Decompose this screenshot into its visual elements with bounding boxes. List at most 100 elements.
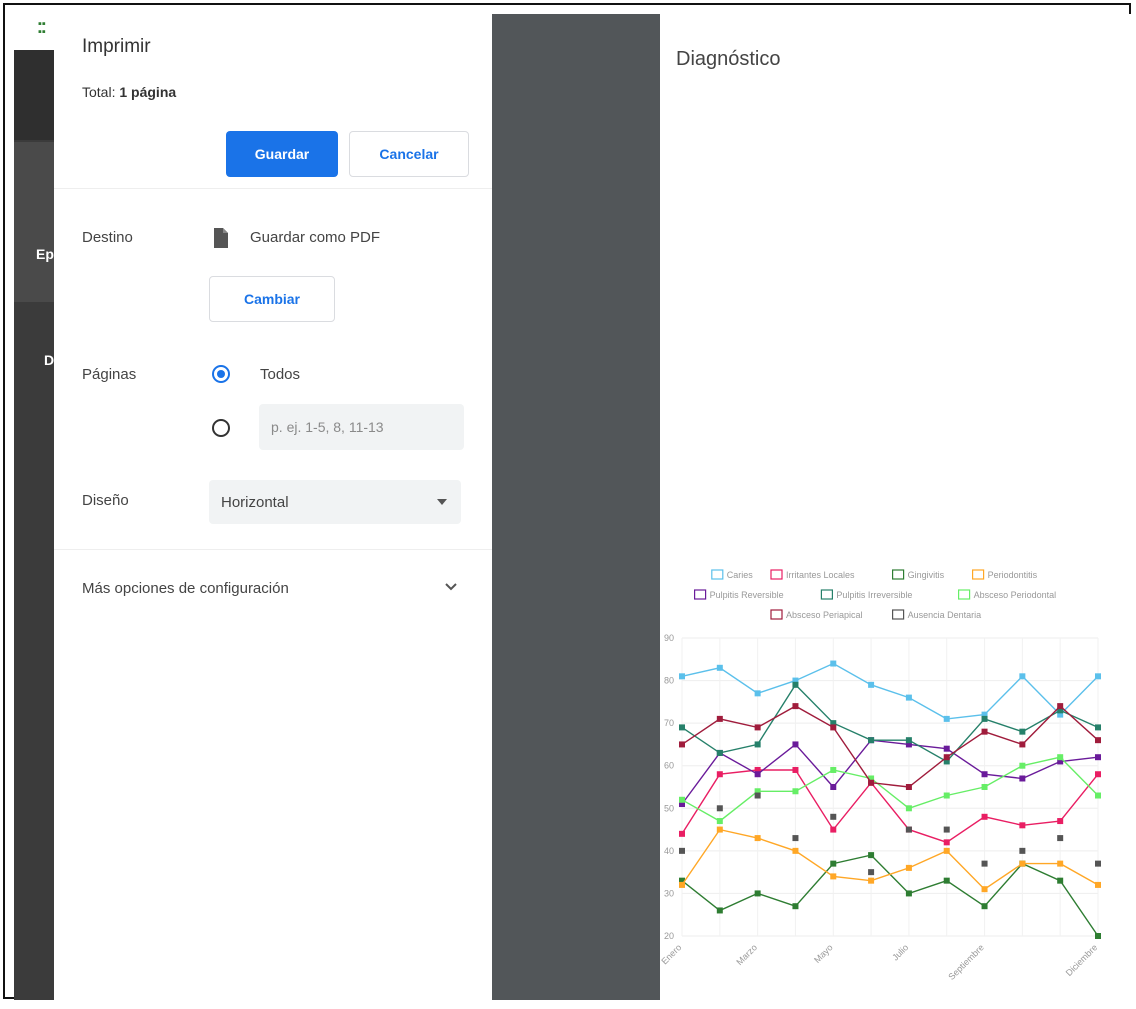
data-point bbox=[943, 839, 950, 846]
background-app-strip: ▪▪ ▪▪ Ep D bbox=[14, 14, 54, 1000]
layout-select-value: Horizontal bbox=[221, 493, 289, 511]
data-point bbox=[754, 724, 761, 731]
data-point bbox=[1095, 673, 1101, 680]
page-title: Diagnóstico bbox=[676, 48, 781, 70]
pages-range-input[interactable] bbox=[259, 404, 464, 450]
data-point bbox=[716, 664, 723, 671]
data-point bbox=[1057, 818, 1064, 825]
data-point bbox=[868, 681, 875, 688]
data-point bbox=[716, 749, 723, 756]
data-point bbox=[1019, 775, 1026, 782]
layout-select[interactable]: Horizontal bbox=[209, 480, 461, 524]
divider bbox=[54, 188, 492, 189]
data-point bbox=[754, 741, 761, 748]
data-point bbox=[792, 766, 799, 773]
x-tick-label: Septiembre bbox=[946, 942, 986, 982]
data-point bbox=[1019, 728, 1026, 735]
data-point bbox=[905, 805, 912, 812]
data-point bbox=[716, 907, 723, 914]
app-nav-label-2: D bbox=[44, 352, 55, 368]
legend-label: Pulpitis Reversible bbox=[710, 590, 784, 600]
series-line bbox=[681, 769, 1099, 844]
data-point bbox=[716, 715, 723, 722]
data-point bbox=[943, 715, 950, 722]
app-logo-area: ▪▪ ▪▪ bbox=[14, 14, 54, 50]
legend-swatch bbox=[693, 589, 707, 600]
data-point bbox=[830, 826, 837, 833]
data-point bbox=[716, 805, 723, 812]
y-tick-label: 80 bbox=[664, 676, 674, 686]
destination-value: Guardar como PDF bbox=[250, 229, 381, 246]
data-point bbox=[754, 890, 761, 897]
y-tick-label: 60 bbox=[664, 761, 674, 771]
series-line bbox=[681, 662, 1099, 720]
legend-swatch bbox=[958, 589, 971, 600]
data-point bbox=[792, 847, 799, 854]
data-point bbox=[1095, 881, 1101, 888]
change-destination-button[interactable]: Cambiar bbox=[209, 276, 335, 322]
data-point bbox=[981, 860, 988, 867]
dropdown-arrow-icon bbox=[437, 499, 447, 505]
data-point bbox=[943, 847, 950, 854]
data-point bbox=[943, 792, 950, 799]
legend-swatch bbox=[892, 609, 905, 620]
data-point bbox=[830, 766, 837, 773]
file-icon bbox=[214, 228, 228, 248]
more-settings-toggle[interactable]: Más opciones de configuración bbox=[82, 580, 289, 597]
data-point bbox=[679, 847, 685, 854]
data-point bbox=[830, 813, 837, 820]
dialog-title: Imprimir bbox=[82, 36, 151, 57]
data-point bbox=[1095, 737, 1101, 744]
destination-label: Destino bbox=[82, 229, 133, 246]
data-point bbox=[981, 903, 988, 910]
data-point bbox=[1095, 792, 1101, 799]
legend-swatch bbox=[972, 569, 985, 580]
app-nav-label-1: Ep bbox=[36, 246, 54, 262]
data-point bbox=[868, 877, 875, 884]
data-point bbox=[905, 890, 912, 897]
legend-label: Pulpitis Irreversible bbox=[836, 590, 912, 600]
legend-swatch bbox=[711, 569, 724, 580]
pages-label: Páginas bbox=[82, 366, 137, 383]
data-point bbox=[1057, 754, 1064, 761]
data-point bbox=[716, 771, 723, 778]
total-pages: Total: 1 página bbox=[82, 84, 176, 100]
data-point bbox=[792, 835, 799, 842]
legend-label: Absceso Periodontal bbox=[974, 590, 1057, 600]
total-label: Total: bbox=[82, 84, 116, 100]
data-point bbox=[1057, 860, 1064, 867]
y-tick-label: 40 bbox=[664, 846, 674, 856]
x-tick-label: Diciembre bbox=[1064, 942, 1100, 978]
data-point bbox=[754, 792, 761, 799]
preview-background bbox=[492, 14, 660, 1000]
cancel-button[interactable]: Cancelar bbox=[349, 131, 469, 177]
pages-all-radio[interactable] bbox=[212, 365, 230, 383]
data-point bbox=[792, 703, 799, 710]
data-point bbox=[905, 784, 912, 790]
chevron-down-icon[interactable] bbox=[444, 582, 458, 592]
x-tick-label: Enero bbox=[660, 942, 683, 966]
app-grid-icon: ▪▪ ▪▪ bbox=[38, 18, 46, 38]
save-button[interactable]: Guardar bbox=[226, 131, 338, 177]
legend-label: Irritantes Locales bbox=[786, 570, 855, 580]
data-point bbox=[905, 737, 912, 744]
data-point bbox=[868, 869, 875, 876]
data-point bbox=[943, 877, 950, 884]
pages-custom-radio[interactable] bbox=[212, 419, 230, 437]
data-point bbox=[1095, 724, 1101, 731]
data-point bbox=[868, 779, 875, 786]
y-tick-label: 90 bbox=[664, 633, 674, 643]
data-point bbox=[905, 694, 912, 701]
data-point bbox=[754, 771, 761, 778]
data-point bbox=[679, 881, 685, 888]
data-point bbox=[1019, 822, 1026, 829]
data-point bbox=[1095, 933, 1101, 939]
data-point bbox=[830, 873, 837, 880]
data-point bbox=[943, 826, 950, 833]
data-point bbox=[1095, 860, 1101, 867]
data-point bbox=[1057, 877, 1064, 884]
layout-label: Diseño bbox=[82, 492, 129, 509]
data-point bbox=[868, 852, 875, 859]
data-point bbox=[981, 784, 988, 790]
x-tick-label: Mayo bbox=[812, 942, 835, 965]
